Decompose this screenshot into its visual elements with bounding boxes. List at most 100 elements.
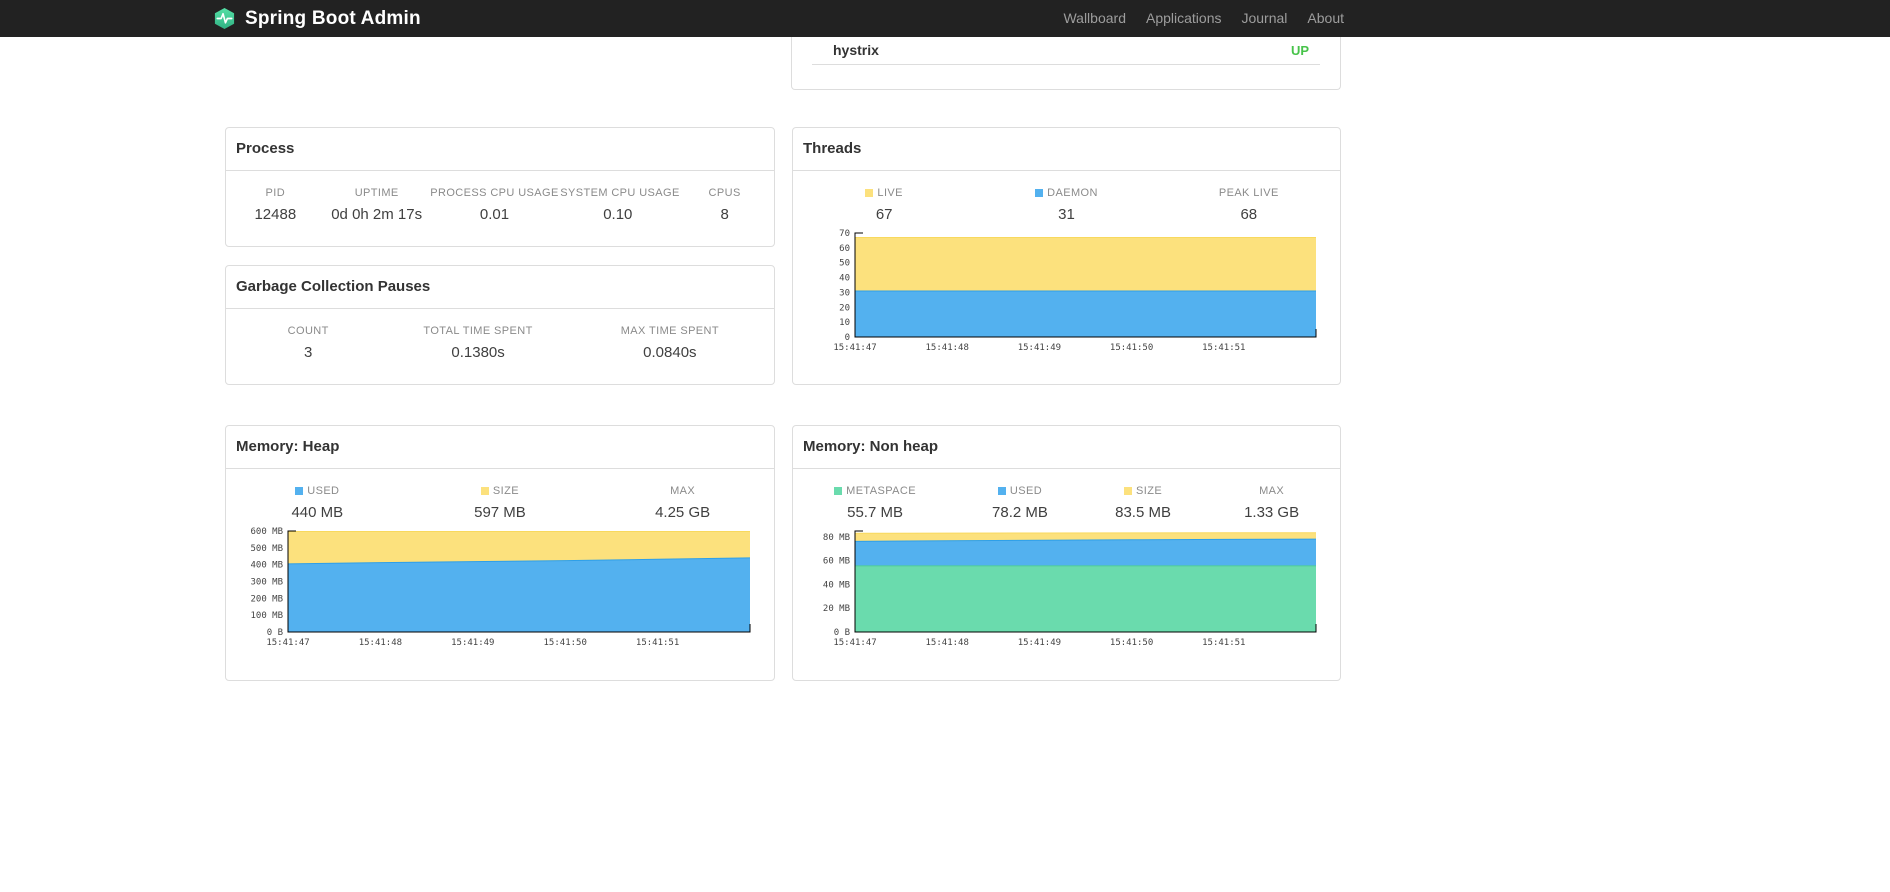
svg-text:30: 30 xyxy=(839,288,850,298)
stat-nonheap-used: USED 78.2 MB xyxy=(957,485,1083,521)
svg-text:0 B: 0 B xyxy=(267,628,283,638)
stat-label: MAX TIME SPENT xyxy=(620,325,720,337)
svg-text:15:41:49: 15:41:49 xyxy=(1018,638,1061,648)
stat-value: 4.25 GB xyxy=(655,504,711,521)
svg-text:40 MB: 40 MB xyxy=(823,580,850,590)
daemon-legend-swatch xyxy=(1035,189,1044,197)
svg-text:200 MB: 200 MB xyxy=(250,594,283,604)
nav-link-about[interactable]: About xyxy=(1307,10,1344,26)
stat-value: 1.33 GB xyxy=(1244,504,1300,521)
stat-value: 8 xyxy=(720,206,729,223)
svg-text:15:41:48: 15:41:48 xyxy=(359,638,402,648)
brand[interactable]: Spring Boot Admin xyxy=(213,0,421,37)
svg-text:15:41:47: 15:41:47 xyxy=(266,638,309,648)
health-service-name: hystrix xyxy=(833,42,879,58)
nav-links: Wallboard Applications Journal About xyxy=(1063,0,1344,37)
top-navbar: Spring Boot Admin Wallboard Applications… xyxy=(0,0,1890,37)
nav-link-wallboard[interactable]: Wallboard xyxy=(1063,10,1126,26)
svg-text:400 MB: 400 MB xyxy=(250,561,283,571)
memory-nonheap-panel: Memory: Non heap METASPACE 55.7 MB USED … xyxy=(792,425,1341,681)
svg-text:15:41:48: 15:41:48 xyxy=(926,343,969,353)
svg-text:600 MB: 600 MB xyxy=(250,527,283,537)
svg-text:15:41:48: 15:41:48 xyxy=(926,638,969,648)
size-legend-swatch xyxy=(480,487,489,495)
nav-link-applications[interactable]: Applications xyxy=(1146,10,1222,26)
stat-nonheap-size: SIZE 83.5 MB xyxy=(1083,485,1203,521)
svg-text:15:41:49: 15:41:49 xyxy=(1018,343,1061,353)
stat-label: PEAK LIVE xyxy=(1218,187,1279,199)
stat-heap-max: MAX 4.25 GB xyxy=(591,485,774,521)
stat-value: 597 MB xyxy=(474,504,526,521)
stat-threads-live: LIVE 67 xyxy=(793,187,975,223)
stat-value: 67 xyxy=(875,206,893,223)
svg-text:70: 70 xyxy=(839,229,850,239)
stat-label: SIZE xyxy=(1083,485,1203,497)
threads-panel: Threads LIVE 67 DAEMON 31 PEAK LIVE 68 0… xyxy=(792,127,1341,385)
stat-value: 78.2 MB xyxy=(992,504,1048,521)
stat-label: PID xyxy=(265,187,286,199)
svg-text:60 MB: 60 MB xyxy=(823,557,850,567)
stat-label: DAEMON xyxy=(975,187,1157,199)
memory-heap-panel: Memory: Heap USED 440 MB SIZE 597 MB MAX… xyxy=(225,425,775,681)
svg-text:20 MB: 20 MB xyxy=(823,604,850,614)
panel-title-heap: Memory: Heap xyxy=(226,426,774,469)
stat-nonheap-max: MAX 1.33 GB xyxy=(1203,485,1340,521)
stat-nonheap-metaspace: METASPACE 55.7 MB xyxy=(793,485,957,521)
stat-value: 0.1380s xyxy=(451,344,505,361)
memory-heap-chart: 0 B 100 MB 200 MB 300 MB 400 MB 500 MB 600 MB 1… xyxy=(250,527,751,648)
stat-gc-count: COUNT 3 xyxy=(226,325,390,361)
stat-value: 68 xyxy=(1240,206,1258,223)
svg-text:60: 60 xyxy=(839,244,850,254)
stat-process-cpu-usage: PROCESS CPU USAGE 0.01 xyxy=(429,187,561,223)
stat-uptime: UPTIME 0d 0h 2m 17s xyxy=(325,187,429,223)
svg-text:0: 0 xyxy=(845,333,850,343)
metaspace-legend-swatch xyxy=(834,487,843,495)
nonheap-legend: METASPACE 55.7 MB USED 78.2 MB SIZE 83.5… xyxy=(793,469,1340,521)
svg-text:10: 10 xyxy=(839,318,850,328)
svg-text:15:41:51: 15:41:51 xyxy=(1202,638,1245,648)
stat-value: 0.10 xyxy=(603,206,633,223)
svg-text:15:41:51: 15:41:51 xyxy=(1202,343,1245,353)
svg-text:40: 40 xyxy=(839,274,850,284)
stat-label: PROCESS CPU USAGE xyxy=(430,187,559,199)
app-title: Spring Boot Admin xyxy=(245,7,421,29)
stat-label: METASPACE xyxy=(793,485,957,497)
threads-chart: 0 10 20 30 40 50 60 70 15:41:47 15:41:48 15:41:49 1… xyxy=(833,229,1317,353)
used-legend-swatch xyxy=(295,487,304,495)
stat-label: COUNT xyxy=(287,325,329,337)
stat-label: TOTAL TIME SPENT xyxy=(423,325,533,337)
stat-gc-total-time: TOTAL TIME SPENT 0.1380s xyxy=(390,325,565,361)
stat-value: 55.7 MB xyxy=(847,504,903,521)
stat-pid: PID 12488 xyxy=(226,187,325,223)
stat-label: MAX xyxy=(670,485,696,497)
svg-text:80 MB: 80 MB xyxy=(823,533,850,543)
svg-text:15:41:47: 15:41:47 xyxy=(833,638,876,648)
stat-value: 0.0840s xyxy=(643,344,697,361)
svg-text:0 B: 0 B xyxy=(834,628,850,638)
stat-label: LIVE xyxy=(793,187,975,199)
stat-label: USED xyxy=(957,485,1083,497)
stat-value: 12488 xyxy=(254,206,297,223)
svg-text:15:41:50: 15:41:50 xyxy=(1110,638,1153,648)
stat-value: 3 xyxy=(304,344,313,361)
stat-threads-daemon: DAEMON 31 xyxy=(975,187,1157,223)
stat-cpus: CPUS 8 xyxy=(675,187,774,223)
panel-title-process: Process xyxy=(226,128,774,171)
spring-boot-admin-logo-icon xyxy=(213,7,236,30)
stat-heap-size: SIZE 597 MB xyxy=(409,485,592,521)
stat-value: 31 xyxy=(1058,206,1075,223)
stat-label: MAX xyxy=(1259,485,1285,497)
used-legend-swatch xyxy=(997,487,1006,495)
stat-threads-peak-live: PEAK LIVE 68 xyxy=(1158,187,1340,223)
stat-value: 0d 0h 2m 17s xyxy=(331,206,423,223)
size-legend-swatch xyxy=(1124,487,1133,495)
memory-nonheap-chart: 0 B 20 MB 40 MB 60 MB 80 MB 15:41:47 15:41:48 1… xyxy=(823,530,1317,648)
svg-text:15:41:50: 15:41:50 xyxy=(544,638,587,648)
stat-gc-max-time: MAX TIME SPENT 0.0840s xyxy=(566,325,774,361)
stat-label: CPUS xyxy=(708,187,741,199)
svg-text:15:41:47: 15:41:47 xyxy=(833,343,876,353)
nav-link-journal[interactable]: Journal xyxy=(1241,10,1287,26)
stat-value: 0.01 xyxy=(479,206,510,223)
heap-legend: USED 440 MB SIZE 597 MB MAX 4.25 GB xyxy=(226,469,774,521)
stat-system-cpu-usage: SYSTEM CPU USAGE 0.10 xyxy=(560,187,679,223)
